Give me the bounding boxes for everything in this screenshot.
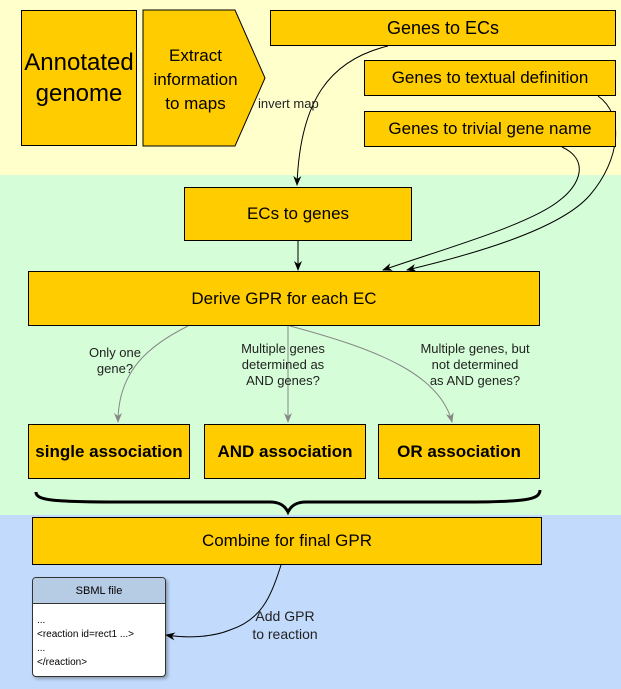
sbml-file-box: SBML file ... <reaction id=rect1 ...> ..… [32, 577, 166, 677]
sbml-file-title: SBML file [33, 578, 165, 604]
label-line: Multiple genes, but [420, 341, 530, 356]
genes-to-trivial-box: Genes to trivial gene name [364, 111, 616, 147]
invert-map-label: invert map [258, 96, 319, 111]
extract-info-label: Extract information to maps [143, 44, 248, 116]
label-line: AND genes? [246, 373, 320, 388]
multiple-and-label: Multiple genes determined as AND genes? [218, 341, 348, 389]
annotated-genome-label: Annotated genome [24, 49, 134, 107]
label-line: Multiple genes [241, 341, 325, 356]
and-association-box: AND association [204, 424, 366, 479]
extract-line: to maps [165, 94, 226, 113]
sbml-line: <reaction id=rect1 ...> [37, 629, 135, 640]
combine-final-gpr-box: Combine for final GPR [32, 517, 542, 565]
label-line: determined as [241, 357, 325, 372]
label-line: gene? [96, 361, 134, 376]
multiple-not-and-label: Multiple genes, but not determined as AN… [395, 341, 555, 389]
sbml-file-content: ... <reaction id=rect1 ...> ... </reacti… [33, 604, 165, 670]
genes-to-trivial-label: Genes to trivial gene name [388, 119, 592, 138]
genes-to-ecs-label: Genes to ECs [386, 17, 500, 38]
sbml-line: ... [37, 615, 46, 626]
label-line: Add GPR [255, 608, 315, 624]
derive-gpr-box: Derive GPR for each EC [28, 271, 540, 326]
genes-to-ecs-box: Genes to ECs [270, 10, 616, 46]
genes-to-textual-box: Genes to textual definition [364, 60, 616, 96]
ecs-to-genes-box: ECs to genes [184, 187, 412, 241]
sbml-line: ... [37, 643, 46, 654]
sbml-line: </reaction> [37, 657, 88, 668]
extract-line: Extract [169, 46, 222, 65]
or-association-label: OR association [397, 441, 521, 461]
single-association-box: single association [28, 424, 190, 479]
combine-final-gpr-label: Combine for final GPR [201, 531, 373, 550]
label-line: Only one [88, 345, 142, 360]
and-association-label: AND association [217, 441, 353, 461]
ecs-to-genes-label: ECs to genes [246, 204, 350, 223]
extract-line: information [153, 70, 238, 89]
or-association-box: OR association [378, 424, 540, 479]
label-line: not determined [431, 357, 519, 372]
add-gpr-label: Add GPR to reaction [240, 607, 330, 643]
annotated-genome-box: Annotated genome [21, 10, 137, 146]
single-association-label: single association [35, 441, 183, 461]
label-line: to reaction [252, 626, 318, 642]
derive-gpr-label: Derive GPR for each EC [191, 288, 377, 308]
only-one-gene-label: Only one gene? [70, 345, 160, 377]
label-line: as AND genes? [429, 373, 521, 388]
genes-to-textual-label: Genes to textual definition [391, 68, 589, 87]
